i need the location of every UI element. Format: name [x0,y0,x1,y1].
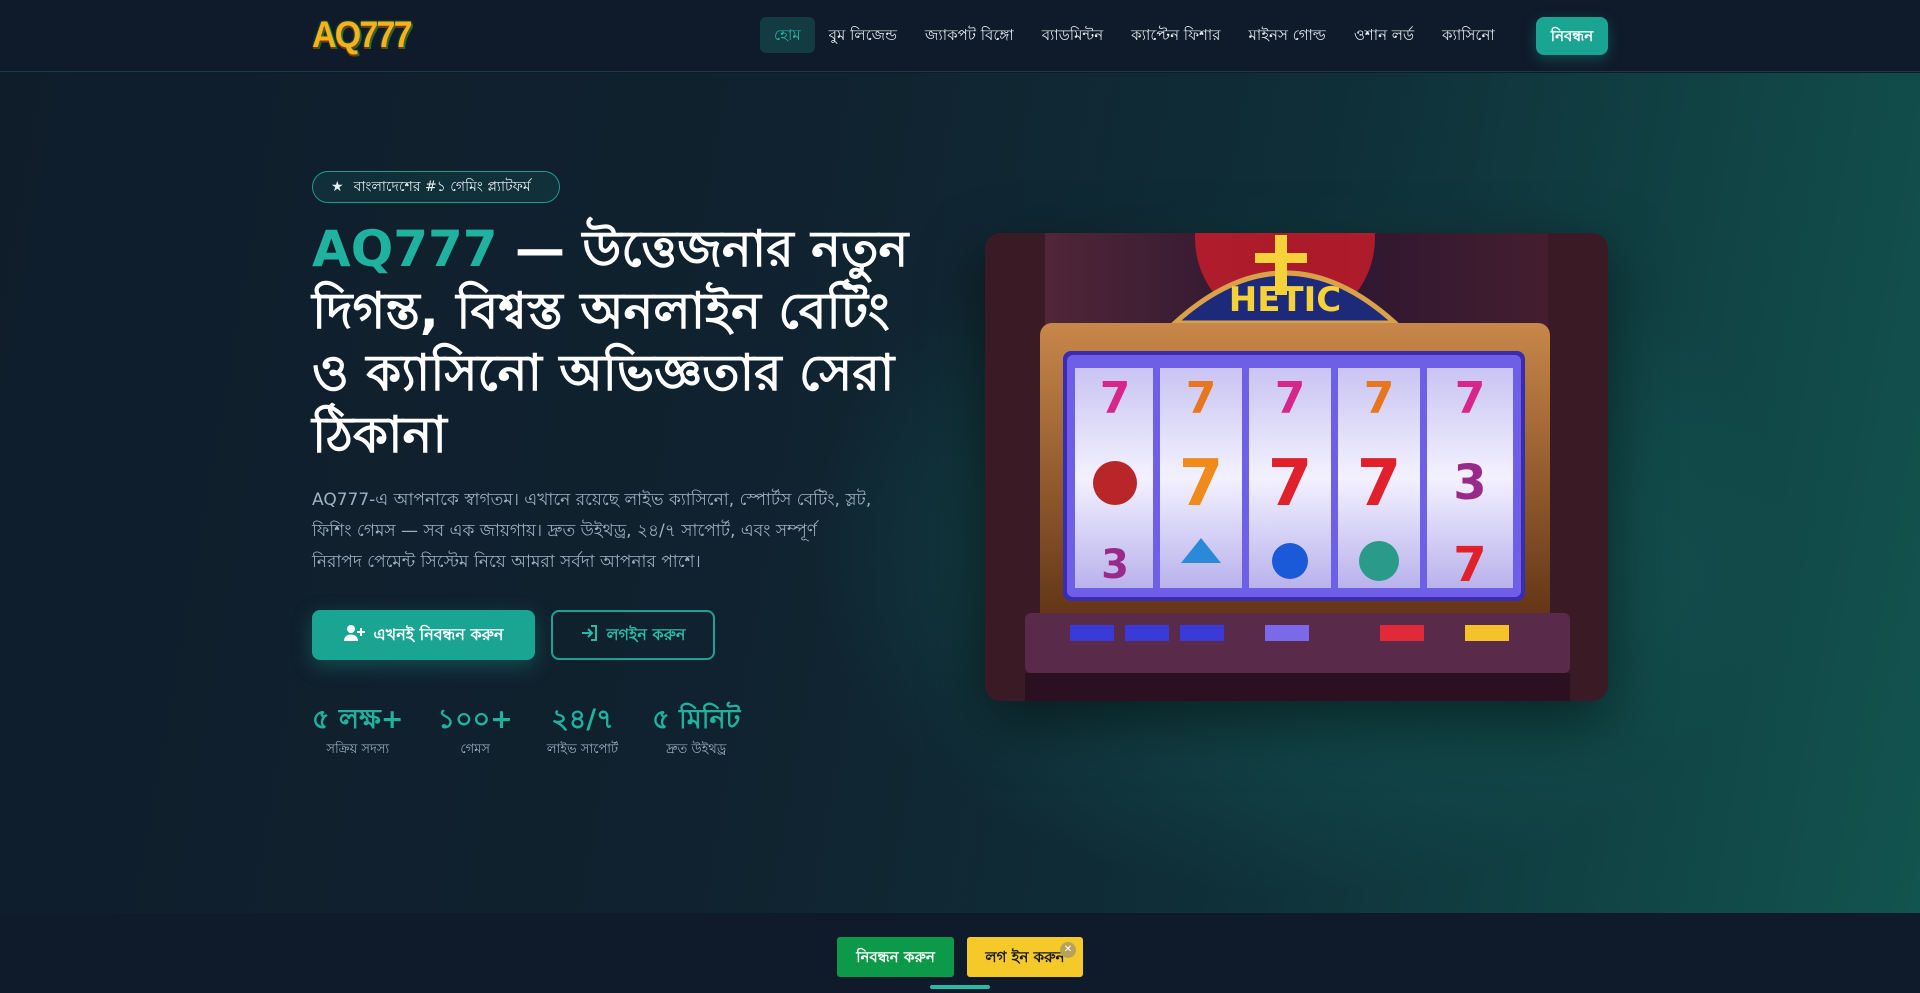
nav-item-badminton[interactable]: ব্যাডমিন্টন [1028,17,1117,53]
stat-item: ১০০+ গেমস [438,700,513,760]
bottom-register-button[interactable]: নিবন্ধন করুন [837,937,954,977]
slot-machine-image: HETIC 7 7 7 7 7 7 7 7 3 3 7 [985,233,1608,701]
nav-item-jackpot-bingo[interactable]: জ্যাকপট বিঙ্গো [911,17,1028,53]
stat-item: ৫ মিনিট দ্রুত উইথড্র [652,700,740,760]
stat-value: ৫ লক্ষ+ [312,704,404,735]
user-plus-icon [343,624,366,646]
hero-description: AQ777-এ আপনাকে স্বাগতম। এখানে রয়েছে লাই… [312,490,872,572]
slot-sign-text: HETIC [1229,280,1341,320]
stat-label: দ্রুত উইথড্র [666,742,727,757]
stat-item: ৫ লক্ষ+ সক্রিয় সদস্য [312,700,404,760]
svg-text:7: 7 [1179,447,1224,521]
bottom-action-bar [0,913,1920,993]
svg-text:7: 7 [1455,373,1486,424]
svg-text:7: 7 [1268,447,1313,521]
svg-text:3: 3 [1453,455,1486,511]
top-navbar: AQ777 হোম বুম লিজেন্ড জ্যাকপট বিঙ্গো ব্য… [0,0,1920,72]
stat-value: ৫ মিনিট [652,704,741,735]
svg-text:7: 7 [1100,373,1131,424]
login-button[interactable]: লগইন করুন [551,610,715,660]
platform-badge: ★ বাংলাদেশের #১ গেমিং প্ল্যাটফর্ম [312,171,560,203]
stat-label: গেমস [460,742,490,757]
site-logo[interactable]: AQ777 [312,12,412,58]
nav-item-home[interactable]: হোম [760,17,815,53]
close-icon[interactable]: ✕ [1060,942,1076,958]
nav-item-ocean-lord[interactable]: ওশান লর্ড [1340,17,1428,53]
stats-row: ৫ লক্ষ+ সক্রিয় সদস্য ১০০+ গেমস ২৪/৭ লাই… [312,700,774,760]
hero-section [0,73,1920,913]
nav-item-captain-fisher[interactable]: ক্যাপ্টেন ফিশার [1117,17,1234,53]
scroll-indicator [930,985,990,989]
hero-headline: AQ777 — উত্তেজনার নতুন দিগন্ত, বিশ্বস্ত … [312,218,912,466]
stat-value: ২৪/৭ [551,704,614,735]
svg-text:7: 7 [1357,447,1402,521]
login-label: লগইন করুন [606,624,686,644]
main-nav: হোম বুম লিজেন্ড জ্যাকপট বিঙ্গো ব্যাডমিন্… [760,17,1509,53]
svg-text:7: 7 [1275,373,1306,424]
register-now-button[interactable]: এখনই নিবন্ধন করুন [312,610,535,660]
stat-value: ১০০+ [437,704,513,735]
star-icon: ★ [331,179,344,195]
register-button[interactable]: নিবন্ধন [1536,17,1608,55]
badge-label: বাংলাদেশের #১ গেমিং প্ল্যাটফর্ম [353,179,531,195]
stat-item: ২৪/৭ লাইভ সাপোর্ট [547,700,618,760]
nav-item-casino[interactable]: ক্যাসিনো [1428,17,1509,53]
svg-text:7: 7 [1453,537,1486,593]
headline-brand: AQ777 [312,220,498,278]
nav-item-boom-legend[interactable]: বুম লিজেন্ড [815,17,911,53]
svg-text:3: 3 [1101,542,1129,588]
svg-text:7: 7 [1364,373,1395,424]
nav-item-mines-gold[interactable]: মাইনস গোল্ড [1235,17,1340,53]
svg-text:7: 7 [1186,373,1217,424]
stat-label: লাইভ সাপোর্ট [546,742,619,757]
login-icon [581,624,599,646]
register-now-label: এখনই নিবন্ধন করুন [373,624,504,644]
stat-label: সক্রিয় সদস্য [326,742,390,757]
